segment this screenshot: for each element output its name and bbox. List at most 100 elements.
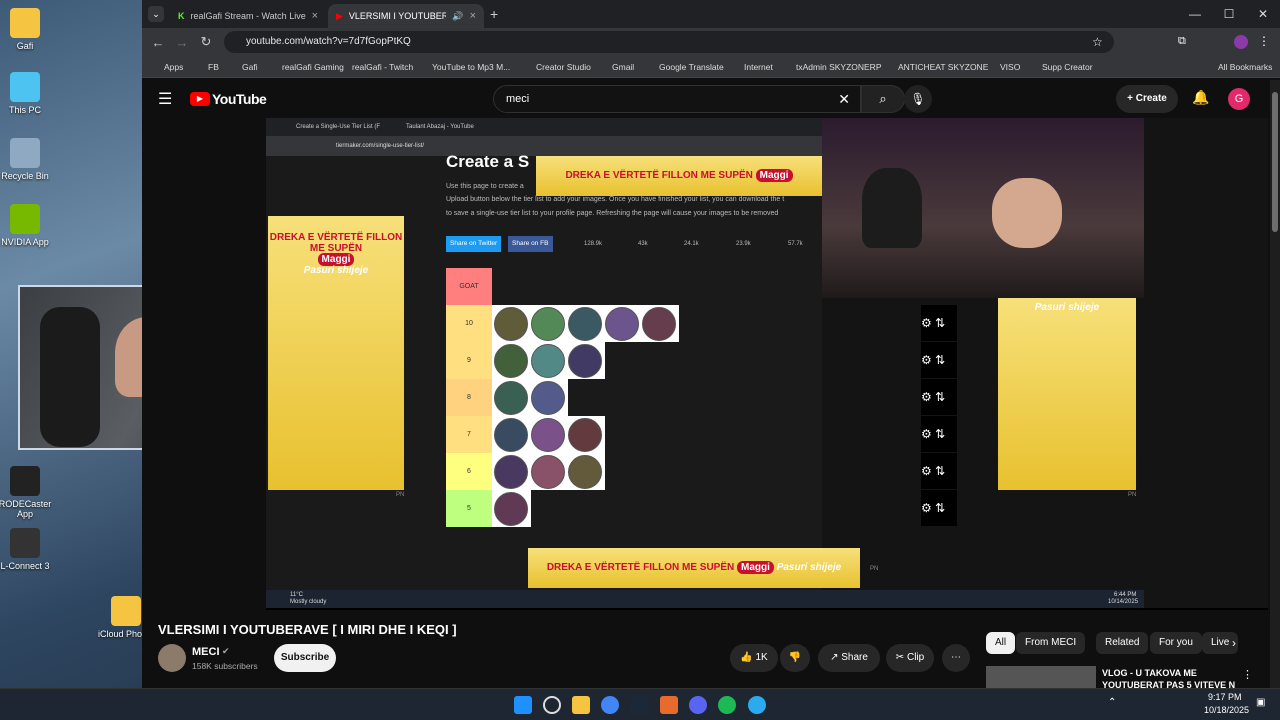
bookmark-fb[interactable]: FB [208,62,219,72]
scrollbar[interactable] [1270,80,1280,688]
bookmark-viso[interactable]: VISO [1000,62,1020,72]
tier-label: 9 [446,342,492,379]
create-button[interactable]: + Create [1116,85,1178,113]
bookmark-gmail[interactable]: Gmail [612,62,634,72]
extensions-icon[interactable]: ⧉ [1178,35,1186,48]
hamburger-menu-icon[interactable]: ☰ [158,89,172,109]
bookmark-star-icon[interactable]: ☆ [1092,35,1103,49]
share-icon: ↗ [830,652,839,663]
search-icon[interactable] [543,696,561,714]
clip-button[interactable]: ✂ Clip [886,644,934,672]
app-icon[interactable] [660,696,678,714]
back-icon[interactable]: ← [146,35,170,50]
forward-icon[interactable]: → [170,35,194,50]
start-icon[interactable] [514,696,532,714]
desktop-icon-lconnect[interactable]: L-Connect 3 [0,528,55,571]
desktop-icon-this-pc[interactable]: This PC [0,72,55,115]
account-avatar[interactable]: G [1228,88,1250,110]
cam-person-right [992,178,1062,248]
close-tab-icon[interactable]: × [312,10,318,22]
bookmark-gafi[interactable]: Gafi [242,62,258,72]
tab-realgafi-stream[interactable]: K realGafi Stream - Watch Live o × [170,4,326,28]
podcast-cam [822,118,1144,298]
spotify-icon[interactable] [718,696,736,714]
steam-icon[interactable] [630,696,648,714]
voice-search-button[interactable]: 🎙 [904,85,932,113]
more-vertical-icon[interactable]: ⋮ [1242,668,1253,681]
chip-all[interactable]: All [986,632,1016,654]
maximize-icon[interactable]: ☐ [1212,0,1246,28]
close-window-icon[interactable]: ✕ [1246,0,1280,28]
bookmark-apps[interactable]: Apps [164,62,183,72]
bookmark-supp-creator[interactable]: Supp Creator [1042,62,1093,72]
chevron-right-icon[interactable]: › [1232,636,1236,650]
bookmark-realgafi-gaming[interactable]: realGafi Gaming [282,62,344,72]
desktop-icon-nvidia[interactable]: NVIDIA App [0,204,55,247]
like-button[interactable]: 👍 1K [730,644,778,672]
bookmark-internet[interactable]: Internet [744,62,773,72]
clock-time[interactable]: 9:17 PM [1208,692,1242,702]
subscribe-button[interactable]: Subscribe [274,644,336,672]
channel-name[interactable]: MECI [192,646,220,658]
profile-icon[interactable] [1234,35,1248,49]
tray-chevron-icon[interactable]: ⌃ [1108,697,1116,708]
address-bar-row: ← → ↻ youtube.com/watch?v=7d7fGopPtKQ ☆ … [142,28,1280,56]
bookmark-all-bookmarks[interactable]: All Bookmarks [1218,62,1272,72]
chip-for-you[interactable]: For you [1150,632,1202,654]
thumbs-up-icon: 👍 [740,652,753,663]
tier-label: 7 [446,416,492,453]
chip-related[interactable]: Related [1096,632,1149,654]
tier-item-avatar [568,418,602,452]
close-tab-icon[interactable]: × [470,10,476,22]
subscriber-count: 158K subscribers [192,661,258,671]
reload-icon[interactable]: ↻ [194,34,218,50]
recommended-title[interactable]: VLOG - U TAKOVA ME [1102,668,1197,678]
telegram-icon[interactable] [748,696,766,714]
bookmark-anticheat[interactable]: ANTICHEAT SKYZONE [898,62,988,72]
recommended-thumbnail[interactable] [986,666,1096,688]
notifications-icon[interactable]: ▣ [1256,697,1265,708]
tier-item-avatar [494,381,528,415]
youtube-logo-icon[interactable]: ▶ [190,92,210,106]
share-button[interactable]: ↗ Share [818,644,880,672]
tab-search-button[interactable]: ⌄ [148,6,164,22]
scrollbar-thumb[interactable] [1272,92,1278,232]
new-tab-button[interactable]: + [490,6,498,22]
tiermaker-heading: Create a S [446,152,530,171]
channel-avatar[interactable] [158,644,186,672]
search-input[interactable]: meci ✕ [493,85,861,113]
nvidia-icon [10,204,40,234]
desktop-icon-recycle-bin[interactable]: Recycle Bin [0,138,55,181]
tier-item-avatar [568,455,602,489]
chrome-icon[interactable] [601,696,619,714]
inner-browser-tabbar: Create a Single-Use Tier List (F Taulant… [266,118,822,136]
notifications-bell-icon[interactable]: 🔔 [1192,89,1209,106]
clear-search-icon[interactable]: ✕ [838,86,850,112]
bookmark-txadmin[interactable]: txAdmin SKYZONERP [796,62,882,72]
inner-address-bar: tiermaker.com/single-use-tier-list/ [266,136,822,156]
file-explorer-icon[interactable] [572,696,590,714]
desktop-icon-gafi[interactable]: Gafi [0,8,55,51]
menu-icon[interactable]: ⋮ [1258,34,1270,48]
desktop-icon-rodecaster[interactable]: RODECaster App [0,466,55,519]
clock-date[interactable]: 10/18/2025 [1204,705,1249,715]
video-player[interactable]: Create a Single-Use Tier List (F Taulant… [266,118,1268,610]
search-button[interactable]: ⌕ [861,85,905,113]
url-field[interactable]: youtube.com/watch?v=7d7fGopPtKQ [224,31,1114,53]
bookmark-realgafi-twitch[interactable]: realGafi - Twitch [352,62,413,72]
audio-playing-icon[interactable]: 🔊 [452,11,463,22]
dislike-button[interactable]: 👎 [780,644,810,672]
bookmark-creator-studio[interactable]: Creator Studio [536,62,591,72]
chrome-window: ⌄ K realGafi Stream - Watch Live o × ▶ V… [142,0,1280,688]
minimize-icon[interactable]: — [1178,0,1212,28]
more-actions-button[interactable]: ⋯ [942,644,970,672]
chip-from-meci[interactable]: From MECI [1016,632,1086,654]
bookmark-youtube-mp3[interactable]: YouTube to Mp3 M... [432,62,510,72]
tier-item-avatar [531,455,565,489]
monitor-icon [10,72,40,102]
youtube-logo[interactable]: YouTube [212,91,267,107]
tier-item-avatar [531,307,565,341]
bookmark-google-translate[interactable]: Google Translate [659,62,724,72]
tab-youtube-video[interactable]: ▶ VLERSIMI I YOUTUBERAVE [ 🔊 × [328,4,484,28]
discord-icon[interactable] [689,696,707,714]
